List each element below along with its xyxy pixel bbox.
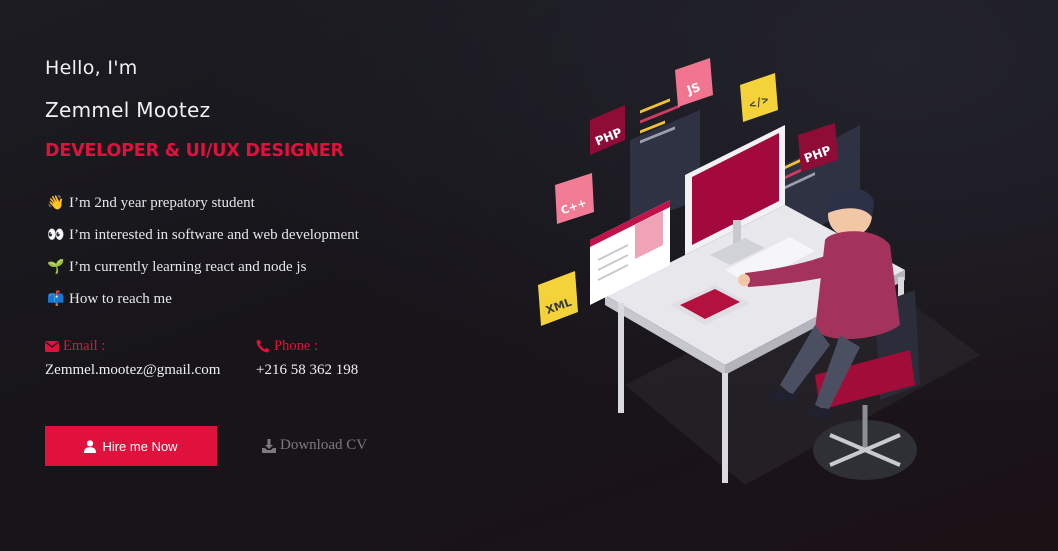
xml-badge-icon: XML — [538, 271, 578, 326]
list-item: 👀 I’m interested in software and web dev… — [47, 227, 359, 259]
list-item: 🌱 I’m currently learning react and node … — [47, 259, 359, 291]
hire-button-label: Hire me Now — [102, 438, 178, 454]
role-title: DEVELOPER & UI/UX DESIGNER — [45, 141, 344, 161]
hire-me-button[interactable]: Hire me Now — [45, 426, 217, 466]
phone-block: Phone : +216 58 362 198 — [256, 336, 358, 379]
about-text: I’m currently learning react and node js — [69, 259, 307, 275]
seedling-icon: 🌱 — [47, 260, 65, 275]
phone-icon — [256, 339, 270, 353]
about-list: 👋 I’m 2nd year prepatory student 👀 I’m i… — [47, 195, 359, 323]
hero-intro: Hello, I'm Zemmel Mootez DEVELOPER & UI/… — [45, 0, 505, 551]
cpp-badge-icon: C++ — [555, 173, 594, 224]
contact-info: Email : Zemmel.mootez@gmail.com Phone : … — [45, 336, 485, 386]
user-icon — [84, 439, 97, 453]
js-badge-icon: JS — [675, 58, 713, 107]
phone-label: Phone : — [274, 337, 318, 354]
email-label: Email : — [63, 337, 106, 354]
about-text: I’m interested in software and web devel… — [69, 227, 359, 243]
email-block: Email : Zemmel.mootez@gmail.com — [45, 336, 220, 379]
developer-illustration: PHP JS </> C++ PHP XML — [538, 58, 980, 485]
email-value[interactable]: Zemmel.mootez@gmail.com — [45, 362, 220, 379]
code-tag-badge-icon: </> — [740, 73, 778, 122]
download-cv-link[interactable]: Download CV — [262, 437, 367, 454]
about-text: How to reach me — [69, 291, 172, 307]
mailbox-icon: 📫 — [47, 292, 65, 307]
envelope-icon — [45, 340, 59, 352]
list-item: 👋 I’m 2nd year prepatory student — [47, 195, 359, 227]
greeting-text: Hello, I'm — [45, 57, 138, 79]
list-item: 📫 How to reach me — [47, 291, 359, 323]
php-badge-icon: PHP — [590, 105, 625, 155]
waving-hand-icon: 👋 — [47, 196, 65, 211]
eyes-icon: 👀 — [47, 228, 65, 243]
about-text: I’m 2nd year prepatory student — [69, 195, 255, 211]
download-label: Download CV — [280, 437, 368, 453]
phone-value[interactable]: +216 58 362 198 — [256, 362, 358, 379]
developer-name: Zemmel Mootez — [45, 98, 211, 122]
download-icon — [262, 438, 276, 453]
